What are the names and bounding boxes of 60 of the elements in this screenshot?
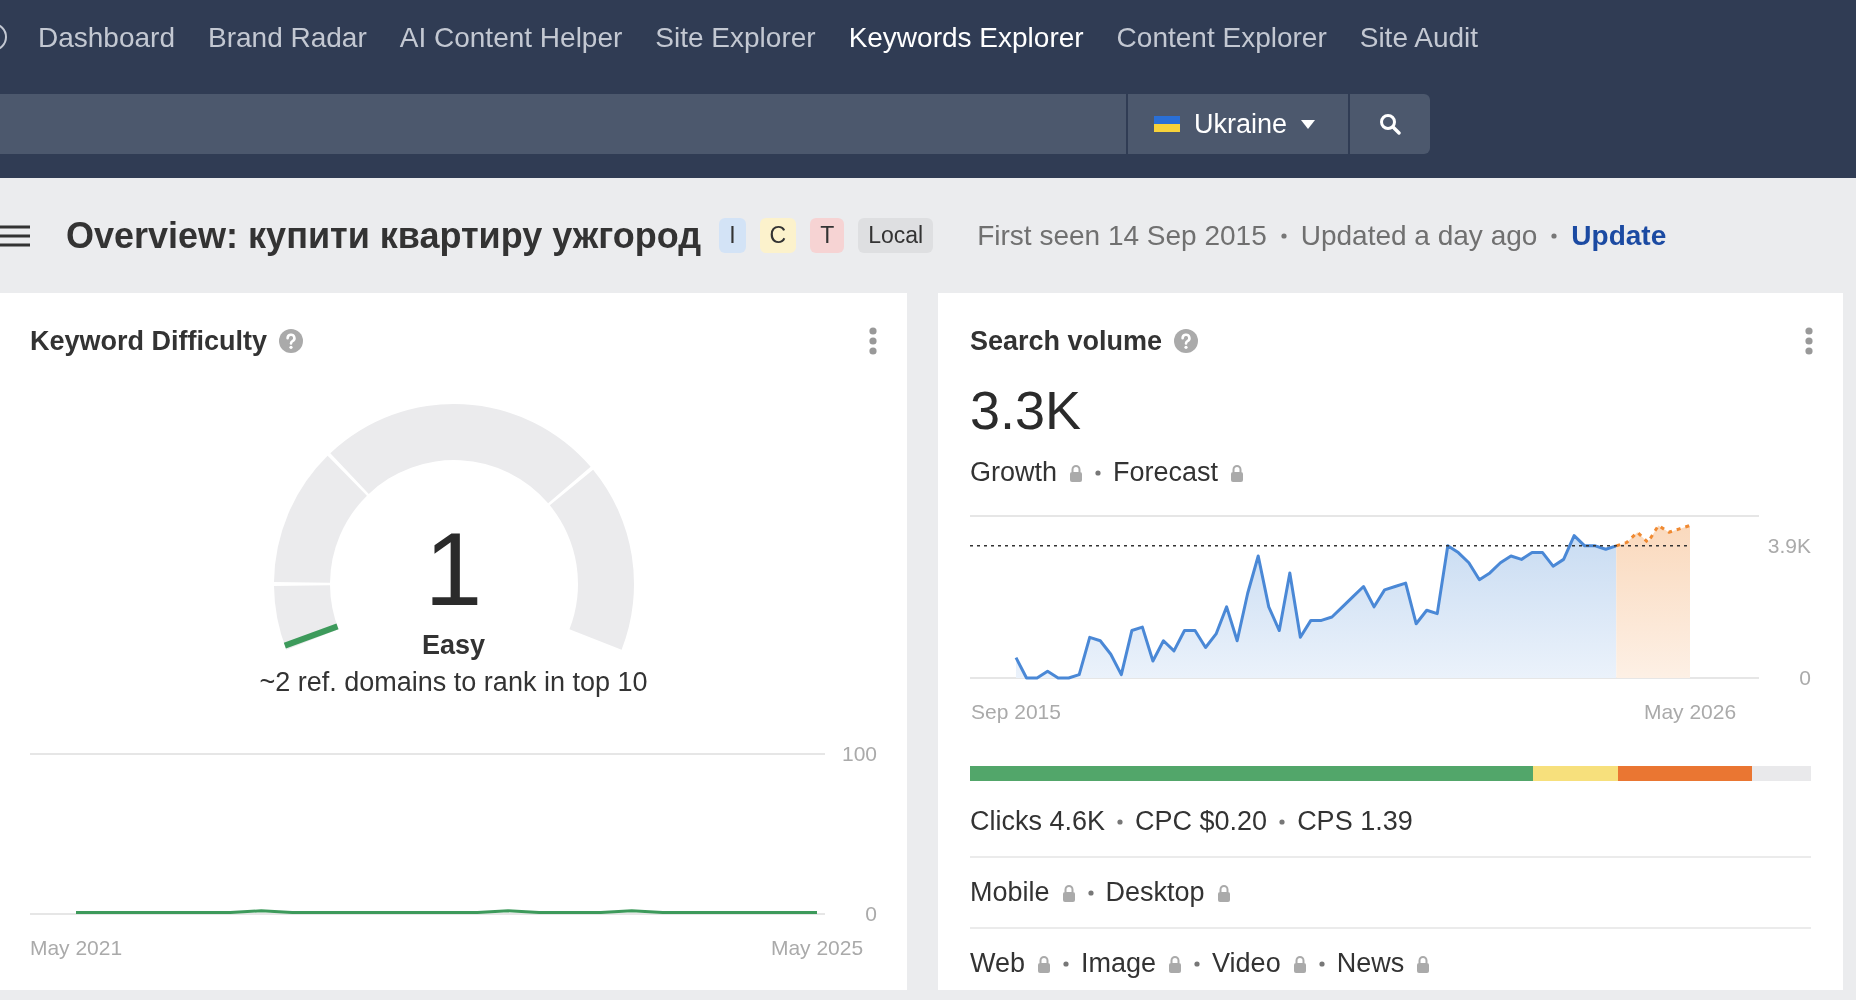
menu-icon[interactable] — [0, 224, 30, 247]
intent-tag: C — [759, 218, 797, 253]
search-button[interactable] — [1350, 94, 1430, 154]
page-title: Overview: купити квартиру ужгород — [66, 214, 702, 257]
axis-label: 0 — [865, 902, 877, 925]
axis-label: 3.9K — [1767, 533, 1811, 557]
separator-dot — [1551, 232, 1558, 239]
separator-dot — [1063, 960, 1070, 967]
flag-icon — [1154, 116, 1180, 132]
difficulty-score: 1 — [424, 514, 483, 624]
nav-tab[interactable]: Site Audit — [1359, 22, 1479, 54]
nav-tab[interactable]: Keywords Explorer — [848, 22, 1084, 54]
metric-label: CPS 1.39 — [1297, 806, 1413, 837]
search-field[interactable] — [0, 94, 1126, 154]
volume-value: 3.3K — [970, 379, 1083, 441]
meta-text: Updated a day ago — [1300, 219, 1538, 252]
difficulty-note: ~2 ref. domains to rank in top 10 — [259, 667, 648, 698]
intent-tag: T — [810, 218, 845, 253]
difficulty-rating: Easy — [421, 630, 486, 661]
nav-tab[interactable]: Dashboard — [38, 22, 175, 54]
metric-label[interactable]: Image — [1081, 948, 1157, 979]
caret-icon — [1301, 119, 1316, 129]
update-link[interactable]: Update — [1571, 219, 1667, 252]
axis-label: May 2021 — [29, 936, 123, 960]
separator-dot — [1318, 960, 1325, 967]
metric-label[interactable]: Desktop — [1105, 877, 1205, 908]
metric-label[interactable]: News — [1336, 948, 1405, 979]
axis-label: May 2026 — [1643, 700, 1737, 724]
nav-tab[interactable]: Content Explorer — [1116, 22, 1327, 54]
separator-dot — [1194, 960, 1201, 967]
separator-dot — [1279, 818, 1286, 825]
nav-tab[interactable]: AI Content Helper — [399, 22, 623, 54]
axis-label: 0 — [1799, 666, 1811, 689]
axis-label: 100 — [841, 742, 877, 765]
metric-label: Clicks 4.6K — [970, 806, 1106, 837]
metric-label[interactable]: Forecast — [1113, 457, 1219, 488]
metric-label[interactable]: Video — [1212, 948, 1281, 979]
country-dropdown[interactable]: Ukraine — [1128, 94, 1348, 154]
nav-tab[interactable]: Site Explorer — [655, 22, 816, 54]
separator-dot — [1280, 232, 1287, 239]
axis-label: May 2025 — [770, 936, 864, 960]
help-icon[interactable] — [1174, 329, 1199, 353]
metric-label[interactable]: Mobile — [970, 877, 1050, 908]
separator-dot — [1087, 889, 1094, 896]
more-options-icon[interactable] — [869, 327, 877, 355]
more-options-icon[interactable] — [1805, 327, 1813, 355]
separator-dot — [1117, 818, 1124, 825]
search-icon — [1379, 113, 1401, 135]
nav-tab[interactable]: Brand Radar — [208, 22, 367, 54]
intent-tag: I — [719, 218, 746, 253]
help-icon[interactable] — [279, 329, 304, 353]
intent-tag: Local — [858, 218, 934, 253]
separator-dot — [1095, 469, 1102, 476]
metric-label[interactable]: Web — [970, 948, 1026, 979]
card-title: Search volume — [970, 325, 1163, 357]
meta-text: First seen 14 Sep 2015 — [977, 219, 1267, 252]
card-title: Keyword Difficulty — [30, 325, 268, 357]
metric-label[interactable]: Growth — [970, 457, 1058, 488]
axis-label: Sep 2015 — [971, 700, 1061, 724]
metric-label: CPC $0.20 — [1135, 806, 1268, 837]
